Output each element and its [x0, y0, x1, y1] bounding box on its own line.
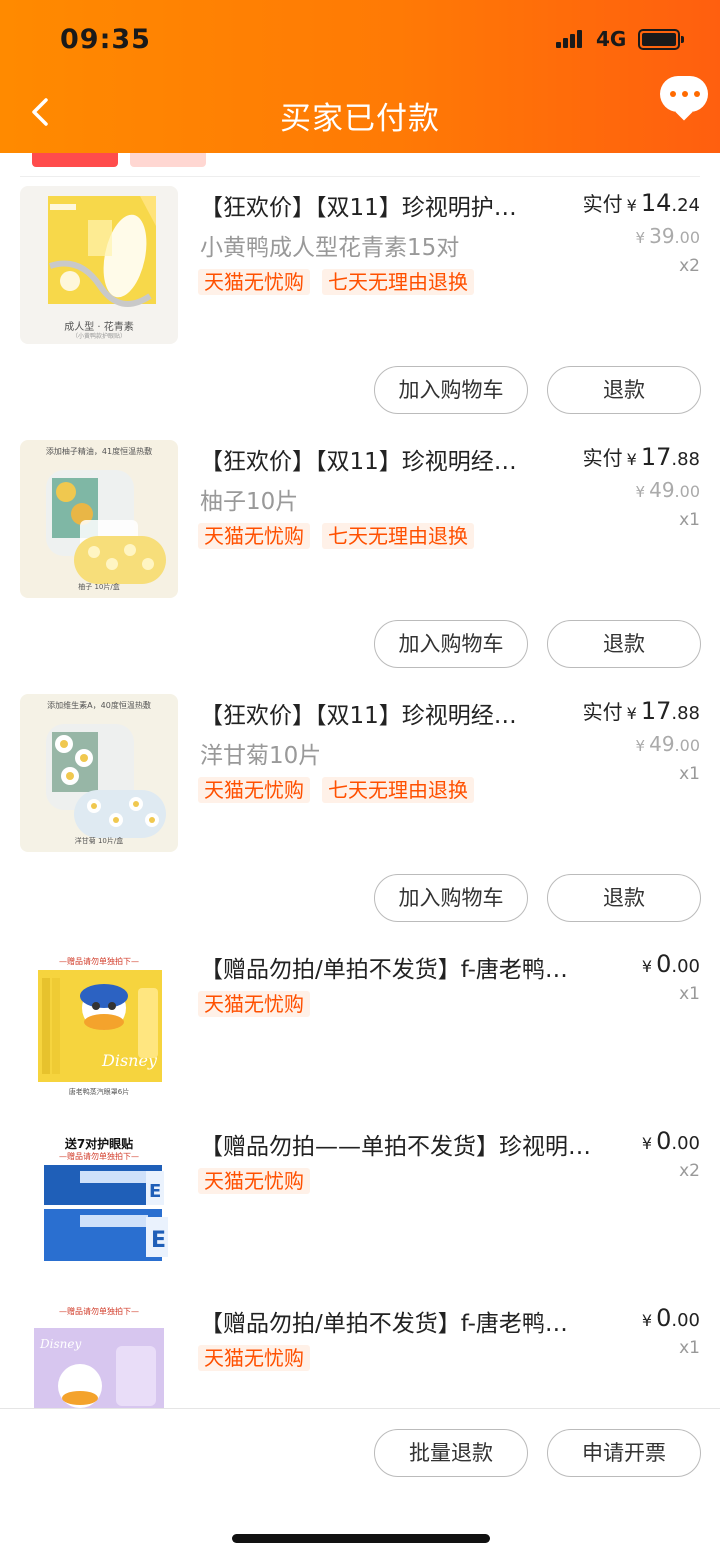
order-item[interactable]: Disney —赠品请勿单独拍下— 唐老鸭蒸汽眼罩6片 【赠品勿拍/单拍不发货】…: [0, 948, 720, 1108]
product-image[interactable]: 添加柚子精油，41度恒温热敷 柚子 10片/盒: [20, 440, 178, 598]
product-title[interactable]: 【狂欢价】【双11】珍视明护…: [200, 188, 560, 222]
product-image[interactable]: 添加维生素A，40度恒温热敷 洋甘菊 10片/盒: [20, 694, 178, 852]
product-image[interactable]: 成人型 · 花青素 （小黄鸭款护眼贴）: [20, 186, 178, 344]
tag: 天猫无忧购: [198, 269, 310, 295]
add-to-cart-button[interactable]: 加入购物车: [374, 874, 528, 922]
product-image-subcaption: 柚子 10片/盒: [78, 583, 120, 591]
svg-text:E: E: [149, 1181, 161, 1202]
service-tags: 天猫无忧购: [198, 1168, 310, 1194]
product-image-caption: —赠品请勿单独拍下—: [59, 1307, 139, 1316]
refund-button[interactable]: 退款: [547, 874, 701, 922]
tag: 天猫无忧购: [198, 991, 310, 1017]
order-item[interactable]: 成人型 · 花青素 （小黄鸭款护眼贴） 【狂欢价】【双11】珍视明护… 小黄鸭成…: [0, 186, 720, 426]
product-spec: 柚子10片: [200, 489, 299, 515]
previous-item-fragment: [20, 153, 700, 177]
quantity: x2: [679, 256, 700, 276]
item-price: ¥0.00: [641, 1127, 700, 1155]
original-price: ¥49.00: [635, 478, 700, 502]
item-price: ¥0.00: [641, 950, 700, 978]
refund-button[interactable]: 退款: [547, 366, 701, 414]
quantity: x2: [679, 1161, 700, 1181]
product-image-subcaption: 洋甘菊 10片/盒: [74, 837, 124, 845]
quantity: x1: [679, 510, 700, 530]
tag: 七天无理由退换: [322, 777, 474, 803]
tag: 天猫无忧购: [198, 1345, 310, 1371]
signal-icon: [556, 30, 586, 48]
paid-price: 实付 ¥17.88: [582, 697, 700, 725]
add-to-cart-button[interactable]: 加入购物车: [374, 620, 528, 668]
product-image-caption: 添加维生素A，40度恒温热敷: [47, 701, 151, 710]
product-image-caption: —赠品请勿单独拍下—: [59, 957, 139, 966]
order-item[interactable]: 添加维生素A，40度恒温热敷 洋甘菊 10片/盒 【狂欢价】【双11】珍视明经……: [0, 694, 720, 934]
quantity: x1: [679, 1338, 700, 1358]
order-item[interactable]: E E 送7对护眼贴 —赠品请勿单独拍下— 【赠品勿拍——单拍不发货】珍视明… …: [0, 1125, 720, 1285]
product-title[interactable]: 【赠品勿拍/单拍不发货】f-唐老鸭…: [200, 950, 600, 984]
service-tags: 天猫无忧购: [198, 1345, 310, 1371]
tag: 七天无理由退换: [322, 269, 474, 295]
order-item[interactable]: 添加柚子精油，41度恒温热敷 柚子 10片/盒 【狂欢价】【双11】珍视明经… …: [0, 440, 720, 680]
paid-price: 实付 ¥14.24: [582, 189, 700, 217]
product-image[interactable]: Disney —赠品请勿单独拍下—: [20, 1302, 178, 1408]
tag: 天猫无忧购: [198, 777, 310, 803]
product-spec: 小黄鸭成人型花青素15对: [200, 235, 460, 261]
service-tags: 天猫无忧购 七天无理由退换: [198, 523, 474, 549]
original-price: ¥39.00: [635, 224, 700, 248]
product-image-subcaption: 唐老鸭蒸汽眼罩6片: [68, 1088, 130, 1096]
service-tags: 天猫无忧购 七天无理由退换: [198, 269, 474, 295]
status-time: 09:35: [60, 24, 151, 55]
request-invoice-button[interactable]: 申请开票: [547, 1429, 701, 1477]
order-item[interactable]: Disney —赠品请勿单独拍下— 【赠品勿拍/单拍不发货】f-唐老鸭… 天猫无…: [0, 1302, 720, 1408]
product-title[interactable]: 【赠品勿拍——单拍不发货】珍视明…: [200, 1127, 610, 1161]
product-image-subcaption: —赠品请勿单独拍下—: [59, 1152, 139, 1161]
svg-text:E: E: [151, 1228, 166, 1253]
product-image-caption: 添加柚子精油，41度恒温热敷: [45, 447, 153, 456]
service-tags: 天猫无忧购: [198, 991, 310, 1017]
refund-button[interactable]: 退款: [547, 620, 701, 668]
product-image[interactable]: Disney —赠品请勿单独拍下— 唐老鸭蒸汽眼罩6片: [20, 948, 178, 1106]
tag: 七天无理由退换: [322, 523, 474, 549]
quantity: x1: [679, 764, 700, 784]
tag: 天猫无忧购: [198, 1168, 310, 1194]
tag: 天猫无忧购: [198, 523, 310, 549]
header-bar: 09:35 4G 买家已付款: [0, 0, 720, 153]
paid-price: 实付 ¥17.88: [582, 443, 700, 471]
product-title[interactable]: 【狂欢价】【双11】珍视明经…: [200, 696, 560, 730]
product-image-subcaption: （小黄鸭款护眼贴）: [71, 333, 126, 340]
product-title[interactable]: 【狂欢价】【双11】珍视明经…: [200, 442, 560, 476]
network-label: 4G: [596, 27, 627, 51]
service-tags: 天猫无忧购 七天无理由退换: [198, 777, 474, 803]
original-price: ¥49.00: [635, 732, 700, 756]
battery-icon: [638, 29, 684, 50]
batch-refund-button[interactable]: 批量退款: [374, 1429, 528, 1477]
home-indicator: [232, 1534, 490, 1543]
item-price: ¥0.00: [641, 1304, 700, 1332]
product-image-caption: 送7对护眼贴: [64, 1137, 134, 1151]
product-spec: 洋甘菊10片: [200, 743, 322, 769]
order-detail-page: 09:35 4G 买家已付款 成人型 · 花青素 （小黄鸭款护眼贴） 【狂欢价】…: [0, 0, 720, 1558]
add-to-cart-button[interactable]: 加入购物车: [374, 366, 528, 414]
product-image[interactable]: E E 送7对护眼贴 —赠品请勿单独拍下—: [20, 1125, 178, 1283]
product-title[interactable]: 【赠品勿拍/单拍不发货】f-唐老鸭…: [200, 1304, 600, 1338]
quantity: x1: [679, 984, 700, 1004]
chat-icon[interactable]: [660, 76, 708, 121]
svg-text:Disney: Disney: [39, 1337, 81, 1351]
page-title: 买家已付款: [280, 101, 440, 137]
